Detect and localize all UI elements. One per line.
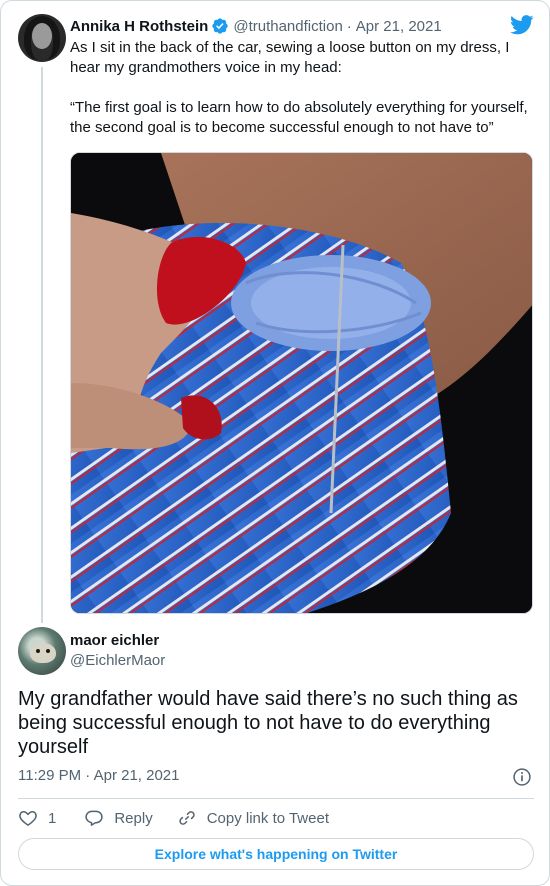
action-bar: 1 Reply Copy link to Tweet (18, 807, 329, 829)
author-handle[interactable]: @truthandfiction (233, 18, 342, 35)
reply-button[interactable]: Reply (84, 808, 153, 828)
link-icon (179, 811, 195, 825)
speech-bubble-icon (85, 810, 104, 826)
explore-twitter-button[interactable]: Explore what's happening on Twitter (18, 838, 534, 870)
copy-link-button[interactable]: Copy link to Tweet (177, 808, 329, 828)
tweet-embed-card: Annika H Rothstein @truthandfiction · Ap… (0, 0, 550, 886)
photo-needle-thread-fabric (71, 153, 532, 613)
info-icon[interactable] (512, 767, 532, 787)
like-button[interactable]: 1 (18, 808, 56, 828)
tweet-text-line-1: As I sit in the back of the car, sewing … (70, 39, 510, 76)
tweet-text-line-2: “The first goal is to learn how to do ab… (70, 99, 528, 136)
reply-text: My grandfather would have said there’s n… (18, 688, 518, 758)
reply-label: Reply (114, 809, 153, 827)
tweet-date[interactable]: Apr 21, 2021 (356, 18, 442, 35)
tweet-text: As I sit in the back of the car, sewing … (70, 38, 540, 138)
reply-author-name[interactable]: maor eichler (70, 632, 159, 649)
header-separator: · (346, 17, 352, 35)
verified-badge-icon (212, 18, 229, 34)
tweet-photo[interactable] (70, 152, 533, 614)
reply-author-handle[interactable]: @EichlerMaor (70, 652, 165, 669)
like-count: 1 (48, 809, 57, 827)
author-avatar[interactable] (18, 14, 66, 62)
tweet-header: Annika H Rothstein @truthandfiction · Ap… (70, 16, 442, 36)
copy-link-label: Copy link to Tweet (206, 809, 329, 827)
heart-icon (19, 811, 37, 826)
actions-divider (18, 798, 534, 799)
reply-timestamp[interactable]: 11:29 PM · Apr 21, 2021 (18, 767, 180, 784)
thread-connector-line (41, 67, 43, 623)
reply-author-avatar[interactable] (18, 627, 66, 675)
author-name[interactable]: Annika H Rothstein (70, 18, 208, 35)
twitter-bird-icon[interactable] (510, 15, 534, 35)
